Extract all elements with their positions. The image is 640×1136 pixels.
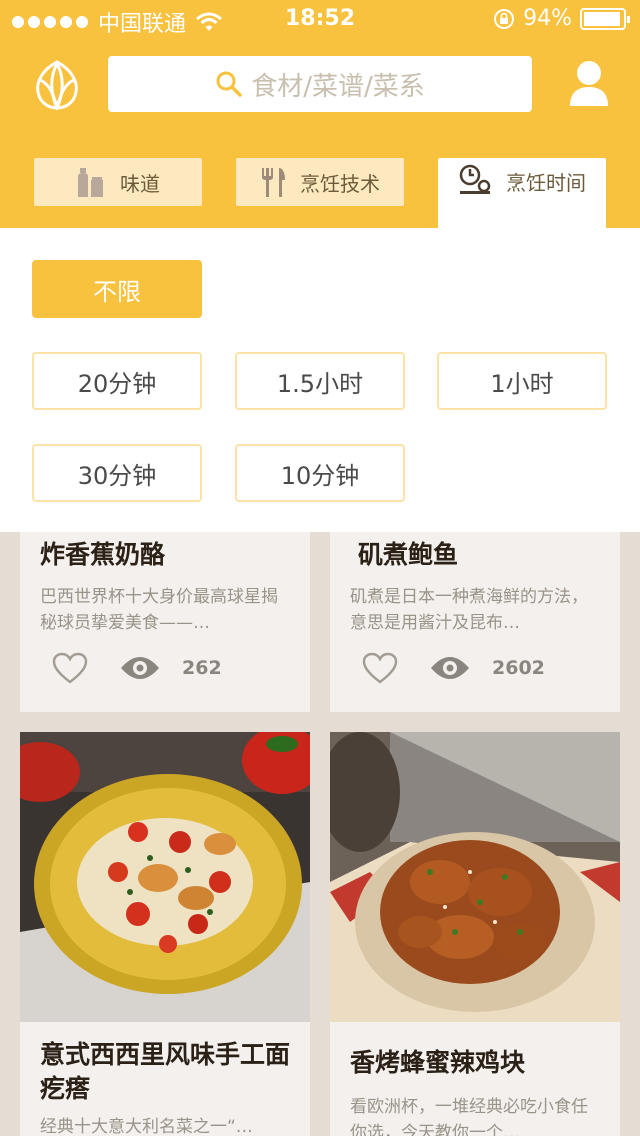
filter-option-30min[interactable]: 30分钟 <box>32 444 202 502</box>
battery-percentage: 94% <box>523 6 572 31</box>
recipe-title: 意式西西里风味手工面疙瘩 <box>40 1040 291 1103</box>
eye-icon <box>121 657 159 679</box>
recipe-photo-pasta <box>20 732 310 1022</box>
recipe-photo-chicken <box>330 732 620 1022</box>
tab-taste[interactable]: 味道 <box>34 158 202 206</box>
recipe-card[interactable]: 炸香蕉奶酪 巴西世界杯十大身价最高球星揭秘球员挚爱美食——… 262 <box>20 532 310 712</box>
recipe-title: 矶煮鲍鱼 <box>358 540 459 569</box>
recipe-card[interactable]: 香烤蜂蜜辣鸡块 看欧洲杯，一堆经典必吃小食任你选，今天教你一个… <box>330 732 620 1136</box>
search-placeholder: 食材/菜谱/菜系 <box>251 71 425 102</box>
recipe-card[interactable]: 意式西西里风味手工面疙瘩 经典十大意大利名菜之一“… <box>20 732 310 1136</box>
recipe-description: 经典十大意大利名菜之一“… <box>40 1117 253 1136</box>
user-icon[interactable] <box>568 60 610 106</box>
tab-cooking-technique[interactable]: 烹饪技术 <box>236 158 404 206</box>
bottles-icon <box>78 168 103 197</box>
recipe-title: 炸香蕉奶酪 <box>40 540 166 569</box>
view-count: 262 <box>182 657 222 679</box>
recipe-description: 看欧洲杯，一堆经典必吃小食任你选，今天教你一个… <box>350 1097 588 1136</box>
tab-label: 味道 <box>120 171 160 196</box>
tulip-logo-icon[interactable] <box>32 58 82 110</box>
tab-label: 烹饪技术 <box>300 171 380 196</box>
filter-option-1-5h[interactable]: 1.5小时 <box>235 352 405 410</box>
tab-label: 烹饪时间 <box>506 170 586 195</box>
utensils-icon <box>262 168 285 197</box>
eye-icon <box>431 657 469 679</box>
category-tabs: 味道 烹饪技术 烹饪时间 <box>0 158 640 228</box>
filter-option-1h[interactable]: 1小时 <box>437 352 607 410</box>
timer-icon <box>459 164 491 194</box>
tab-cooking-time[interactable]: 烹饪时间 <box>438 158 606 228</box>
filter-option-unlimited[interactable]: 不限 <box>32 260 202 318</box>
filter-option-20min[interactable]: 20分钟 <box>32 352 202 410</box>
app-header: 中国联通 18:52 94% 食材/菜谱/菜系 味道 烹饪技术 烹饪时间 <box>0 0 640 228</box>
view-count: 2602 <box>492 657 545 679</box>
status-bar: 中国联通 18:52 94% <box>0 0 640 40</box>
recipe-card[interactable]: 矶煮鲍鱼 矶煮是日本一种煮海鲜的方法，意思是用酱汁及昆布… 2602 <box>330 532 620 712</box>
battery-icon <box>580 7 630 30</box>
cooking-time-filter-panel: 不限 20分钟 1.5小时 1小时 30分钟 10分钟 <box>0 228 640 532</box>
search-bar[interactable]: 食材/菜谱/菜系 <box>108 56 532 112</box>
heart-icon[interactable] <box>362 652 398 684</box>
recipe-title: 香烤蜂蜜辣鸡块 <box>350 1048 526 1077</box>
heart-icon[interactable] <box>52 652 88 684</box>
filter-option-10min[interactable]: 10分钟 <box>235 444 405 502</box>
rotation-lock-icon <box>494 8 515 29</box>
search-icon <box>216 71 242 97</box>
recipe-description: 矶煮是日本一种煮海鲜的方法，意思是用酱汁及昆布… <box>350 587 588 633</box>
recipe-description: 巴西世界杯十大身价最高球星揭秘球员挚爱美食——… <box>40 587 278 633</box>
